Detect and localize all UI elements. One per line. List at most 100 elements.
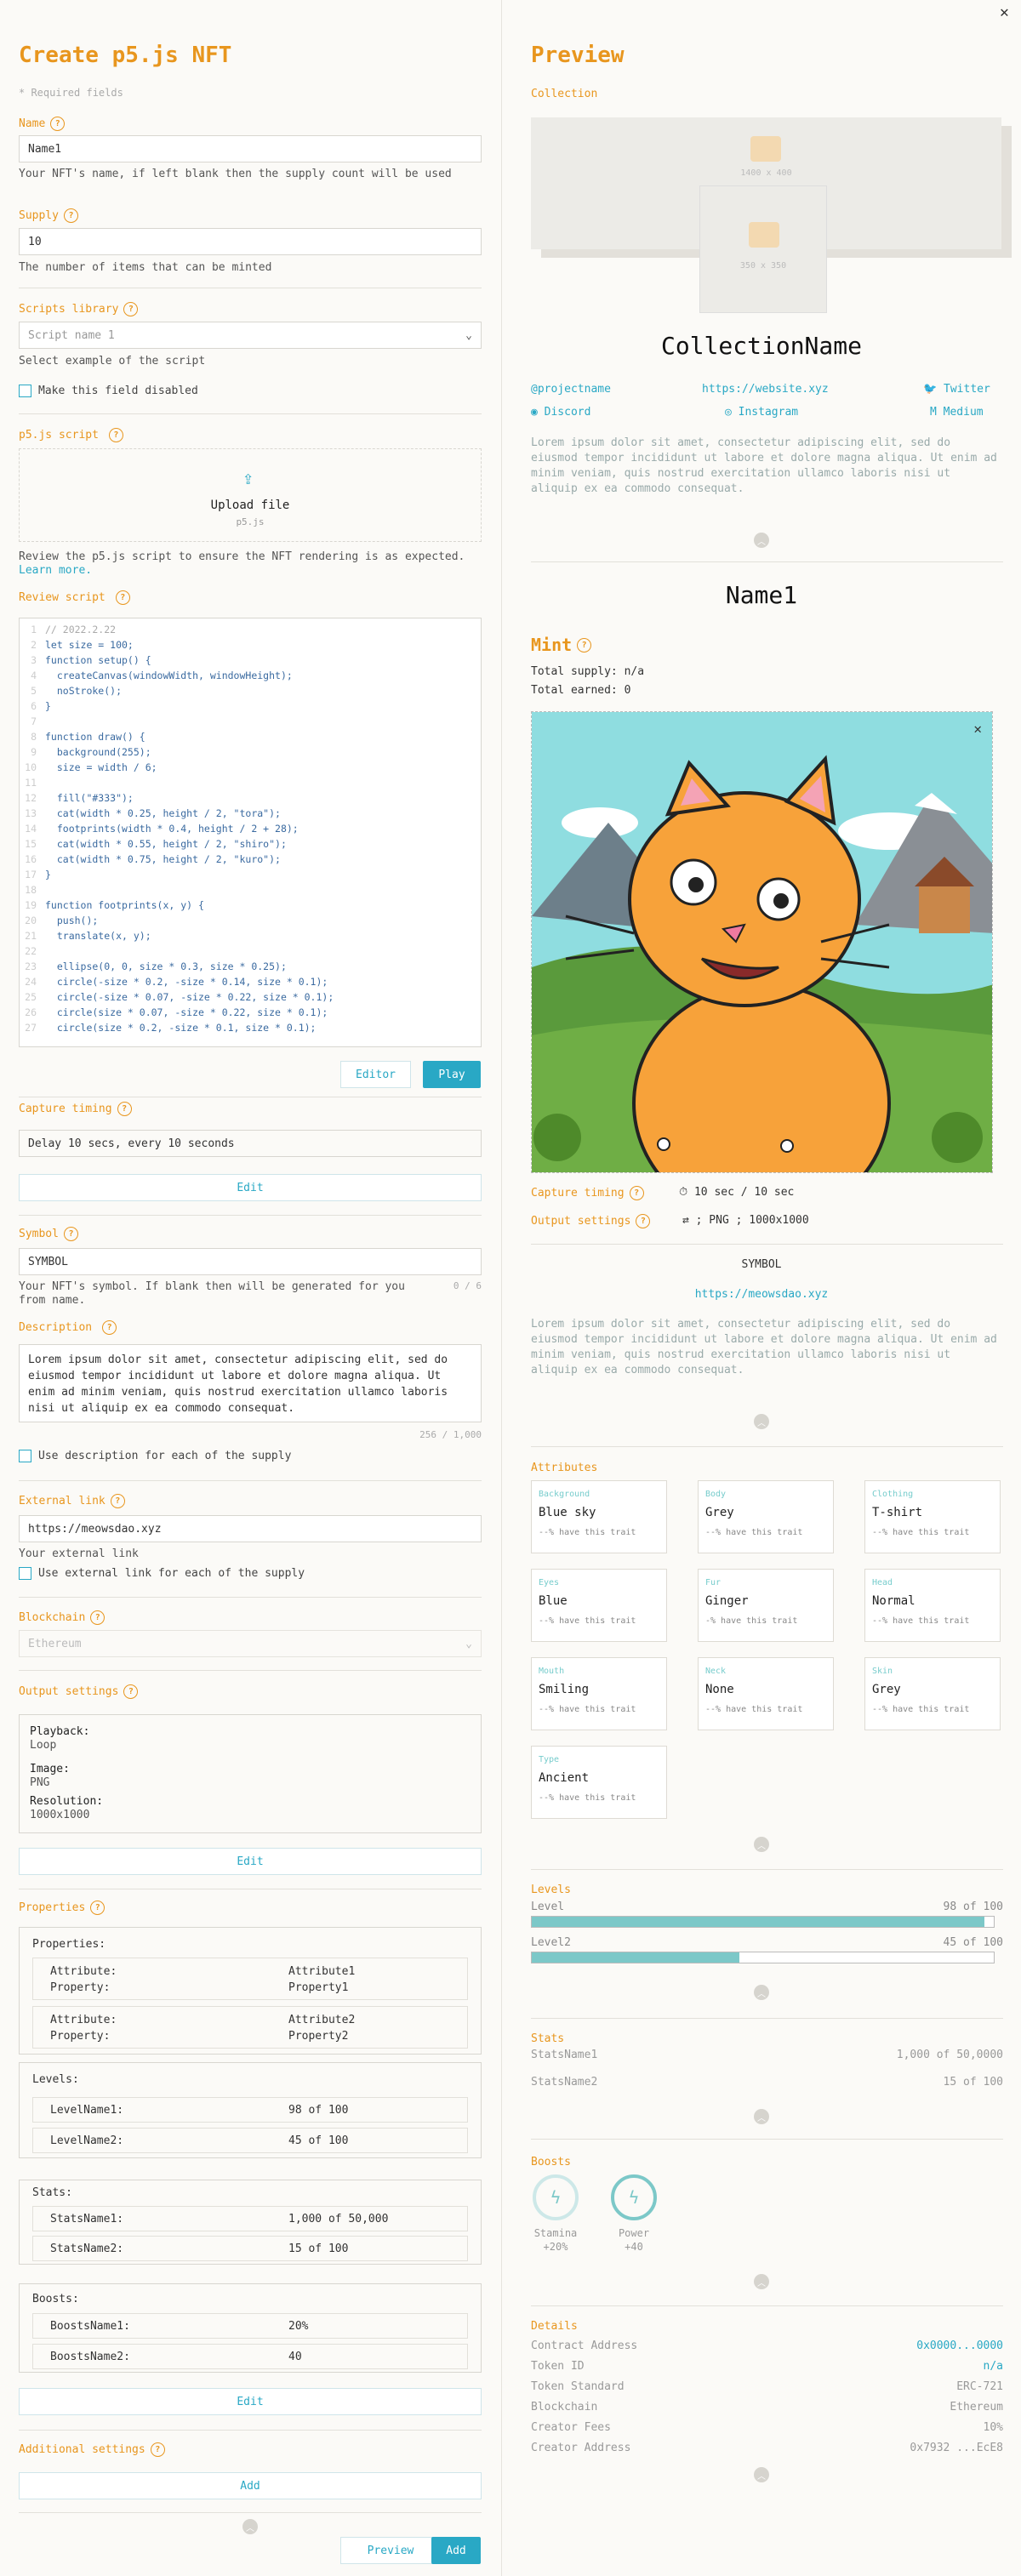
preview-panel: ✕ Preview Collection 1400 x 400 350 x 35…: [502, 0, 1021, 2576]
attribute-card: Clothing T-shirt --% have this trait: [864, 1480, 1001, 1553]
checkbox-box[interactable]: [19, 1450, 31, 1462]
properties-label: Properties?: [19, 1901, 106, 1915]
attribute-rarity: --% have this trait: [539, 1705, 636, 1714]
help-icon[interactable]: ?: [90, 1901, 106, 1915]
help-icon[interactable]: ?: [577, 637, 592, 653]
logo-size: 350 x 350: [739, 261, 787, 271]
help-icon[interactable]: ?: [102, 1320, 117, 1335]
help-icon[interactable]: ?: [117, 1102, 132, 1116]
additional-add-button[interactable]: Add: [19, 2472, 482, 2499]
ext-each-checkbox[interactable]: Use external link for each of the supply: [19, 1567, 305, 1580]
detail-key: Blockchain: [531, 2401, 598, 2414]
output-edit-button[interactable]: Edit: [19, 1848, 482, 1875]
preview-button[interactable]: Preview: [340, 2537, 441, 2564]
disable-checkbox[interactable]: Make this field disabled: [19, 385, 198, 397]
description-textarea[interactable]: Lorem ipsum dolor sit amet, consectetur …: [19, 1344, 482, 1422]
scripts-select[interactable]: Script name 1 ⌄: [19, 322, 482, 349]
symbol-label: Symbol?: [19, 1227, 78, 1241]
boost-value: +40: [625, 2241, 643, 2253]
supply-help: The number of items that can be minted: [19, 261, 272, 274]
blockchain-select[interactable]: Ethereum ⌄: [19, 1630, 482, 1657]
project-handle[interactable]: @projectname: [531, 383, 611, 396]
properties-edit-button[interactable]: Edit: [19, 2388, 482, 2415]
symbol-input[interactable]: SYMBOL: [19, 1248, 482, 1275]
help-icon[interactable]: ?: [150, 2442, 165, 2457]
close-icon[interactable]: ✕: [1000, 3, 1009, 21]
editor-button[interactable]: Editor: [340, 1061, 411, 1088]
help-icon[interactable]: ?: [123, 1684, 139, 1699]
help-icon[interactable]: ?: [629, 1186, 644, 1200]
code-text: circle(-size * 0.07, -size * 0.22, size …: [45, 991, 334, 1003]
help-icon[interactable]: ?: [63, 1227, 78, 1241]
code-line: 25 circle(-size * 0.07, -size * 0.22, si…: [20, 991, 481, 1006]
capture-edit-button[interactable]: Edit: [19, 1174, 482, 1201]
code-line: 7: [20, 715, 481, 731]
attribute-rarity: --% have this trait: [705, 1528, 803, 1537]
level-row: LevelName2: 45 of 100: [32, 2128, 468, 2153]
external-link-preview[interactable]: https://meowsdao.xyz: [502, 1288, 1021, 1301]
collapse-icon[interactable]: ︿: [242, 2519, 258, 2534]
medium-link[interactable]: M Medium: [930, 406, 984, 419]
output-settings-value: ⇄ ; PNG ; 1000x1000: [682, 1214, 809, 1227]
collapse-icon[interactable]: ︿: [754, 2467, 769, 2482]
code-line: 23 ellipse(0, 0, size * 0.3, size * 0.25…: [20, 960, 481, 976]
cat-illustration: [532, 712, 992, 1172]
help-icon[interactable]: ?: [123, 302, 139, 316]
checkbox-box[interactable]: [19, 385, 31, 397]
instagram-link[interactable]: ◎ Instagram: [725, 406, 798, 419]
power-boost-ring: ϟ: [611, 2174, 657, 2220]
checkbox-box[interactable]: [19, 1567, 31, 1580]
detail-value[interactable]: 0x0000...0000: [791, 2339, 1003, 2352]
stat-key: StatsName1:: [50, 2213, 124, 2226]
desc-each-checkbox[interactable]: Use description for each of the supply: [19, 1450, 291, 1462]
attribute-type: Fur: [705, 1578, 722, 1587]
website-link[interactable]: https://website.xyz: [702, 383, 829, 396]
line-number: 22: [25, 945, 37, 957]
twitter-link[interactable]: 🐦 Twitter: [923, 383, 990, 396]
play-button[interactable]: Play: [423, 1061, 481, 1088]
collapse-icon[interactable]: ︿: [754, 1837, 769, 1852]
properties-title: Properties:: [32, 1938, 106, 1951]
name-input[interactable]: Name1: [19, 135, 482, 162]
line-number: 18: [25, 884, 37, 896]
collapse-icon[interactable]: ︿: [754, 1985, 769, 2000]
external-link-input[interactable]: https://meowsdao.xyz: [19, 1515, 482, 1542]
level-bar-fill: [532, 1917, 985, 1927]
learn-more-link[interactable]: Learn more.: [19, 564, 92, 577]
boost-value: +20%: [543, 2241, 568, 2253]
submit-add-button[interactable]: Add: [431, 2537, 481, 2564]
collapse-icon[interactable]: ︿: [754, 2109, 769, 2124]
help-icon[interactable]: ?: [63, 208, 78, 223]
boost-key: BoostsName2:: [50, 2351, 130, 2363]
level-bar-fill: [532, 1952, 740, 1963]
attribute-value: Attribute1: [288, 1965, 356, 1978]
blockchain-label: Blockchain?: [19, 1610, 106, 1625]
attribute-rarity: --% have this trait: [539, 1528, 636, 1537]
image-close-icon[interactable]: ✕: [973, 721, 982, 737]
upload-dropzone[interactable]: ⇪ Upload file p5.js: [19, 448, 482, 542]
detail-value[interactable]: n/a: [791, 2360, 1003, 2373]
line-number: 19: [25, 899, 37, 911]
divider: [531, 561, 1003, 562]
capture-timing-label: Capture timing?: [531, 1186, 644, 1200]
line-number: 26: [25, 1006, 37, 1018]
collapse-icon[interactable]: ︿: [754, 1414, 769, 1429]
collapse-icon[interactable]: ︿: [754, 533, 769, 548]
code-text: fill("#333");: [45, 792, 134, 804]
supply-input[interactable]: 10: [19, 228, 482, 255]
help-icon[interactable]: ?: [636, 1214, 651, 1228]
stats-title: Stats:: [32, 2186, 72, 2199]
help-icon[interactable]: ?: [50, 117, 66, 131]
total-supply: Total supply: n/a: [531, 665, 645, 678]
code-editor[interactable]: 1 // 2022.2.22 2 let size = 100; 3 function s…: [19, 618, 482, 1047]
collapse-icon[interactable]: ︿: [754, 2274, 769, 2289]
help-icon[interactable]: ?: [115, 590, 130, 605]
description-count: 256 / 1,000: [419, 1429, 482, 1440]
help-icon[interactable]: ?: [110, 1494, 125, 1508]
attribute-value: Blue sky: [539, 1506, 596, 1519]
help-icon[interactable]: ?: [90, 1610, 106, 1625]
discord-link[interactable]: ◉ Discord: [531, 406, 590, 419]
attribute-rarity: -% have this trait: [705, 1616, 798, 1626]
nft-description: Lorem ipsum dolor sit amet, consectetur …: [531, 1318, 997, 1376]
help-icon[interactable]: ?: [108, 428, 123, 442]
